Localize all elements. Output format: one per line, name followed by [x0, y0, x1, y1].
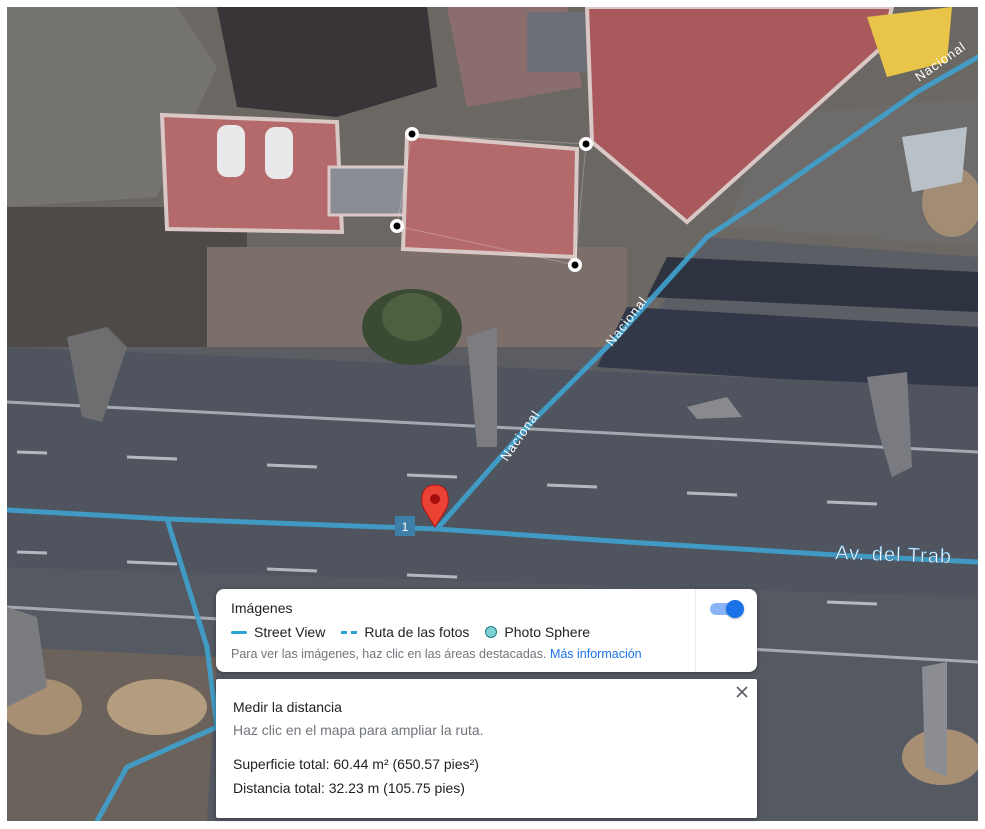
close-icon[interactable] [734, 684, 750, 700]
street-view-line-icon [231, 630, 247, 634]
measure-point-icon[interactable] [568, 258, 582, 272]
measure-title: Medir la distancia [233, 699, 342, 715]
legend-street-view: Street View [231, 624, 325, 640]
total-area: Superficie total: 60.44 m² (650.57 pies²… [233, 756, 479, 772]
measure-point-icon[interactable] [390, 219, 404, 233]
legend-street-view-label: Street View [254, 624, 326, 640]
imagery-title: Imágenes [231, 600, 293, 616]
imagery-panel: Imágenes Street View Ruta de las fotos P… [216, 589, 757, 672]
total-distance: Distancia total: 32.23 m (105.75 pies) [233, 780, 465, 796]
panel-divider [695, 589, 696, 672]
imagery-toggle[interactable] [710, 599, 744, 618]
route-shield-label: 1 [402, 520, 409, 534]
measure-point-icon[interactable] [405, 127, 419, 141]
more-info-link[interactable]: Más información [550, 647, 642, 661]
imagery-hint-text: Para ver las imágenes, haz clic en las á… [231, 647, 547, 661]
photo-sphere-dot-icon [485, 626, 498, 638]
measure-point-icon[interactable] [579, 137, 593, 151]
legend-photo-sphere-label: Photo Sphere [504, 624, 591, 640]
legend-photo-route-label: Ruta de las fotos [364, 624, 470, 640]
road-label-avenue: Av. del Trab [835, 542, 953, 568]
photo-route-dashed-icon [341, 630, 358, 634]
measure-distance-panel: Medir la distancia Haz clic en el mapa p… [216, 679, 757, 818]
imagery-legend: Street View Ruta de las fotos Photo Sphe… [231, 624, 606, 640]
measure-hint: Haz clic en el mapa para ampliar la ruta… [233, 722, 484, 738]
toggle-thumb [726, 600, 744, 618]
imagery-hint: Para ver las imágenes, haz clic en las á… [231, 647, 642, 661]
legend-photo-sphere: Photo Sphere [485, 624, 590, 640]
legend-photo-route: Ruta de las fotos [341, 624, 469, 640]
